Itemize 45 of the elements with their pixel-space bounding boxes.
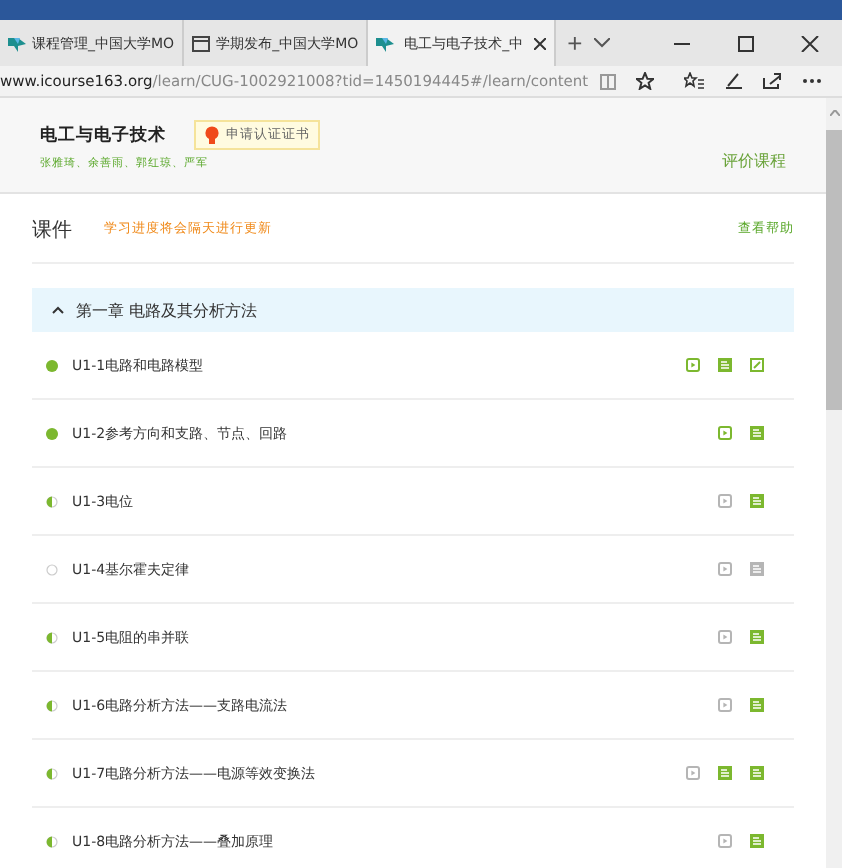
favorites-icon[interactable] — [684, 72, 704, 90]
play-icon[interactable] — [718, 426, 732, 440]
play-icon[interactable] — [686, 358, 700, 372]
pen-icon[interactable] — [724, 72, 742, 90]
section-title: 课件 — [32, 217, 72, 243]
new-tab-button[interactable]: + — [555, 28, 595, 58]
play-icon[interactable] — [718, 630, 732, 644]
document-icon[interactable] — [750, 698, 764, 712]
rosette-icon — [204, 126, 220, 144]
scrollbar[interactable] — [826, 98, 842, 868]
bird-icon — [376, 35, 395, 51]
play-icon[interactable] — [718, 698, 732, 712]
progress-circle-icon — [46, 767, 58, 779]
progress-circle-icon — [46, 359, 58, 371]
document-icon[interactable] — [750, 766, 764, 780]
course-title: 电工与电子技术 — [40, 123, 166, 147]
document-icon[interactable] — [750, 494, 764, 508]
chevron-up-icon — [52, 306, 64, 314]
document-icon[interactable] — [718, 766, 732, 780]
document-icon[interactable] — [750, 630, 764, 644]
more-icon[interactable] — [802, 78, 822, 84]
chevron-down-icon[interactable] — [594, 38, 611, 48]
close-icon[interactable] — [533, 37, 546, 49]
play-icon[interactable] — [718, 562, 732, 576]
chapter-title: 第一章 电路及其分析方法 — [76, 299, 258, 321]
chapter-header[interactable]: 第一章 电路及其分析方法 — [32, 288, 794, 332]
document-icon[interactable] — [750, 426, 764, 440]
share-icon[interactable] — [762, 72, 782, 90]
document-icon[interactable] — [750, 834, 764, 848]
edit-document-icon[interactable] — [750, 358, 764, 372]
page-icon — [192, 35, 211, 51]
play-icon[interactable] — [718, 494, 732, 508]
document-icon[interactable] — [718, 358, 732, 372]
document-icon[interactable] — [750, 562, 764, 576]
progress-circle-icon — [46, 427, 58, 439]
play-icon[interactable] — [718, 834, 732, 848]
bird-icon — [8, 35, 26, 51]
progress-circle-icon — [46, 699, 58, 711]
progress-circle-icon — [46, 631, 58, 643]
scroll-up-icon[interactable] — [829, 109, 839, 115]
progress-circle-icon — [46, 495, 58, 507]
progress-circle-icon — [46, 835, 58, 847]
play-icon[interactable] — [686, 766, 700, 780]
star-icon[interactable] — [636, 72, 654, 90]
reading-view-icon[interactable] — [600, 73, 616, 89]
